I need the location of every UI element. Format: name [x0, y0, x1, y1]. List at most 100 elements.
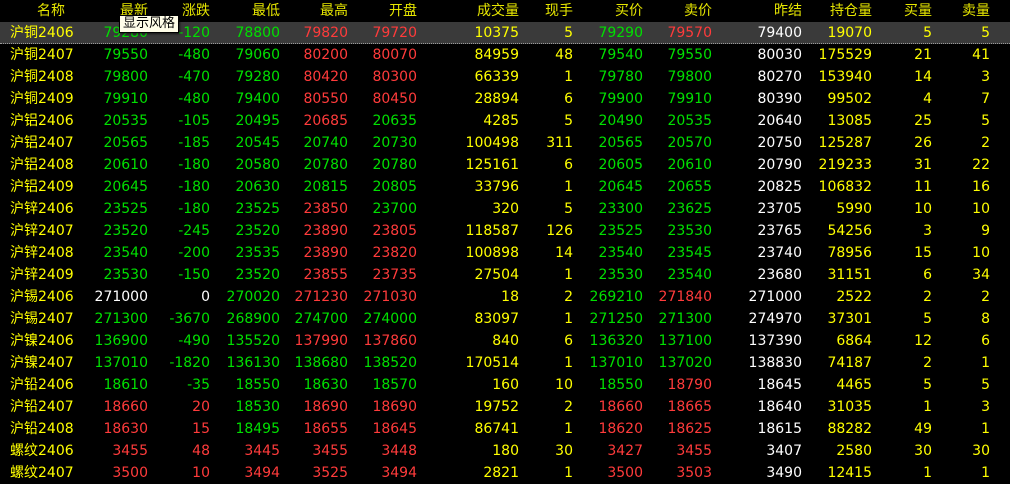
cell-oi: 2580: [836, 443, 872, 459]
cell-open: 80450: [372, 91, 417, 107]
cell-vol: 118587: [465, 223, 519, 239]
cell-ask: 23625: [667, 201, 712, 217]
cell-bq: 5: [923, 377, 932, 393]
cell-oi: 99502: [827, 91, 872, 107]
quote-row[interactable]: 沪铜2408 79800 -470 79280 80420 80300 66339 1 7978…: [0, 66, 1010, 88]
quote-row[interactable]: 沪锡2407 271300 -3670 268900 274700 274000 83097…: [0, 308, 1010, 330]
quote-row[interactable]: 沪锌2408 23540 -200 23535 23890 23820 100898 14 23…: [0, 242, 1010, 264]
cell-oi: 54256: [827, 223, 872, 239]
cell-bid: 3500: [607, 465, 643, 481]
cell-open: 80300: [372, 69, 417, 85]
quote-table: 名称 最新 涨跌 最低 最高 开盘 成交量 现手 买价 卖价 昨结 持仓量 买量 卖量 沪铜2406 792…: [0, 0, 1010, 484]
quote-row[interactable]: 沪铅2406 18610 -35 18550 18630 18570 160 10 18550 1…: [0, 374, 1010, 396]
cell-pre: 20750: [757, 135, 802, 151]
cell-last: 23520: [103, 223, 148, 239]
quote-row[interactable]: 沪锌2409 23530 -150 23520 23855 23735 27504 1 2353…: [0, 264, 1010, 286]
quote-row[interactable]: 沪铝2408 20610 -180 20580 20780 20780 125161 6 206…: [0, 154, 1010, 176]
quote-row[interactable]: 沪锡2406 271000 0 270020 271230 271030 18 2 269210…: [0, 286, 1010, 308]
col-header-name[interactable]: 名称: [0, 0, 65, 22]
cell-bq: 4: [923, 91, 932, 107]
col-header-aq[interactable]: 卖量: [930, 0, 990, 22]
quote-row[interactable]: 沪铝2409 20645 -180 20630 20815 20805 33796 1 2064…: [0, 176, 1010, 198]
col-header-ask[interactable]: 卖价: [632, 0, 712, 22]
cell-bq: 3: [923, 223, 932, 239]
cell-aq: 2: [981, 135, 990, 151]
cell-aq: 8: [981, 311, 990, 327]
cell-high: 18655: [303, 421, 348, 437]
quote-row[interactable]: 沪铜2407 79550 -480 79060 80200 80070 84959 48 795…: [0, 44, 1010, 66]
cell-open: 18570: [372, 377, 417, 393]
cell-aq: 6: [981, 333, 990, 349]
cell-last: 18630: [103, 421, 148, 437]
cell-vol: 18: [501, 289, 519, 305]
cell-high: 23850: [303, 201, 348, 217]
quote-row[interactable]: 螺纹2407 3500 10 3494 3525 3494 2821 1 3500 3503 349…: [0, 462, 1010, 484]
cell-last: 23530: [103, 267, 148, 283]
cell-open: 23700: [372, 201, 417, 217]
cell-pre: 80270: [757, 69, 802, 85]
cell-last: 20565: [103, 135, 148, 151]
cell-oi: 4465: [836, 377, 872, 393]
quote-row[interactable]: 沪镍2407 137010 -1820 136130 138680 138520 17051…: [0, 352, 1010, 374]
quote-row[interactable]: 沪铅2407 18660 20 18530 18690 18690 19752 2 18660 1…: [0, 396, 1010, 418]
col-header-oi[interactable]: 持仓量: [792, 0, 872, 22]
cell-bid: 23525: [598, 223, 643, 239]
cell-aq: 3: [981, 69, 990, 85]
cell-bq: 25: [914, 113, 932, 129]
cell-bid: 271250: [589, 311, 643, 327]
cell-high: 23890: [303, 223, 348, 239]
quote-row[interactable]: 沪铝2407 20565 -185 20545 20740 20730 100498 311 2…: [0, 132, 1010, 154]
col-header-bid[interactable]: 买价: [563, 0, 643, 22]
cell-open: 274000: [363, 311, 417, 327]
cell-bq: 15: [914, 245, 932, 261]
cell-oi: 31151: [827, 267, 872, 283]
quote-row[interactable]: 沪锌2406 23525 -180 23525 23850 23700 320 5 23300 2…: [0, 198, 1010, 220]
cell-last: 79910: [103, 91, 148, 107]
cell-high: 138680: [294, 355, 348, 371]
cell-vol: 4285: [483, 113, 519, 129]
cell-pre: 138830: [748, 355, 802, 371]
quote-row[interactable]: 沪铜2409 79910 -480 79400 80550 80450 28894 6 7990…: [0, 88, 1010, 110]
cell-high: 23890: [303, 245, 348, 261]
cell-bid: 20565: [598, 135, 643, 151]
quote-row[interactable]: 沪铅2408 18630 15 18495 18655 18645 86741 1 18620 1…: [0, 418, 1010, 440]
cell-ask: 23530: [667, 223, 712, 239]
cell-bid: 18620: [598, 421, 643, 437]
cell-bid: 23530: [598, 267, 643, 283]
cell-bid: 18660: [598, 399, 643, 415]
cell-open: 23805: [372, 223, 417, 239]
cell-open: 20730: [372, 135, 417, 151]
quote-row[interactable]: 沪铝2406 20535 -105 20495 20685 20635 4285 5 20490…: [0, 110, 1010, 132]
col-header-pre[interactable]: 昨结: [722, 0, 802, 22]
cell-vol: 84959: [474, 47, 519, 63]
cell-bq: 12: [914, 333, 932, 349]
col-header-vol[interactable]: 成交量: [439, 0, 519, 22]
cell-vol: 28894: [474, 91, 519, 107]
quote-row[interactable]: 螺纹2406 3455 48 3445 3455 3448 180 30 3427 3455 340…: [0, 440, 1010, 462]
cell-high: 18630: [303, 377, 348, 393]
cell-vol: 33796: [474, 179, 519, 195]
col-header-open[interactable]: 开盘: [337, 0, 417, 22]
cell-aq: 10: [972, 245, 990, 261]
cell-open: 79720: [372, 25, 417, 41]
cell-last: 23540: [103, 245, 148, 261]
cell-oi: 31035: [827, 399, 872, 415]
cell-bq: 6: [923, 267, 932, 283]
cell-aq: 1: [981, 355, 990, 371]
cell-high: 20780: [303, 157, 348, 173]
quote-row[interactable]: 沪镍2406 136900 -490 135520 137990 137860 840 6 13…: [0, 330, 1010, 352]
cell-bid: 136320: [589, 333, 643, 349]
cell-bid: 23540: [598, 245, 643, 261]
quote-row[interactable]: 沪锌2407 23520 -245 23520 23890 23805 118587 126 2…: [0, 220, 1010, 242]
col-header-bq[interactable]: 买量: [872, 0, 932, 22]
cell-bid: 269210: [589, 289, 643, 305]
cell-vol: 83097: [474, 311, 519, 327]
cell-oi: 175529: [818, 47, 872, 63]
cell-bq: 2: [923, 289, 932, 305]
cell-open: 20635: [372, 113, 417, 129]
cell-bid: 79290: [598, 25, 643, 41]
col-header-high[interactable]: 最高: [268, 0, 348, 22]
cell-bq: 31: [914, 157, 932, 173]
cell-pre: 23765: [757, 223, 802, 239]
cell-bid: 20645: [598, 179, 643, 195]
